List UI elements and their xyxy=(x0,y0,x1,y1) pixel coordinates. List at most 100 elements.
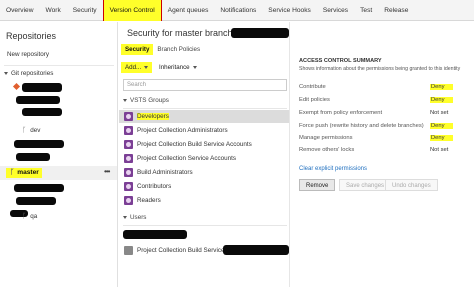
group-label: Developers xyxy=(137,113,169,120)
summary-subtitle: Shows information about the permissions … xyxy=(299,66,461,72)
permission-name: Exempt from policy enforcement xyxy=(299,110,383,116)
redacted-folder xyxy=(16,197,56,205)
permission-value[interactable]: Deny xyxy=(430,84,453,90)
redacted-repo-name xyxy=(231,28,289,38)
permission-name: Remove others' locks xyxy=(299,147,355,153)
add-button[interactable]: Add... xyxy=(121,62,153,73)
repo-item[interactable] xyxy=(12,82,21,91)
permission-value[interactable]: Deny xyxy=(430,123,453,129)
group-row-developers[interactable]: Developers xyxy=(119,110,289,123)
tab-security[interactable]: Security xyxy=(67,0,103,21)
inheritance-label: Inheritance xyxy=(159,64,190,71)
redacted-user xyxy=(223,245,289,255)
tab-notifications[interactable]: Notifications xyxy=(214,0,262,21)
permission-row[interactable]: Force push (rewrite history and delete b… xyxy=(299,123,469,133)
more-actions-icon[interactable]: ••• xyxy=(104,167,110,176)
vsts-groups-header[interactable]: VSTS Groups xyxy=(123,97,169,104)
chevron-down-icon xyxy=(144,66,149,69)
permission-name: Contribute xyxy=(299,84,326,90)
tab-branch-policies[interactable]: Branch Policies xyxy=(153,44,204,55)
group-icon xyxy=(124,112,133,121)
undo-changes-button[interactable]: Undo changes xyxy=(385,179,438,191)
permission-value[interactable]: Deny xyxy=(430,135,453,141)
tab-work[interactable]: Work xyxy=(39,0,66,21)
tab-release[interactable]: Release xyxy=(378,0,414,21)
redacted-user xyxy=(123,230,187,239)
remove-button[interactable]: Remove xyxy=(299,179,336,191)
group-label: Project Collection Service Accounts xyxy=(137,155,237,162)
permission-value[interactable]: Not set xyxy=(430,110,448,116)
permission-name: Edit policies xyxy=(299,97,330,103)
permission-row[interactable]: Manage permissions Deny xyxy=(299,135,469,145)
group-row[interactable]: Project Collection Build Service Account… xyxy=(119,138,289,151)
chevron-down-icon xyxy=(192,66,197,69)
git-repositories-header[interactable]: Git repositories xyxy=(4,70,53,77)
permission-name: Manage permissions xyxy=(299,135,353,141)
add-label: Add... xyxy=(125,64,142,71)
branch-item-master-label[interactable]: ᚴ master xyxy=(10,168,39,176)
top-nav: Overview Work Security Version Control A… xyxy=(0,0,474,21)
access-control-summary: ACCESS CONTROL SUMMARY Shows information… xyxy=(291,22,474,287)
inheritance-dropdown[interactable]: Inheritance xyxy=(159,64,197,71)
security-panel: Security for master branch in Security B… xyxy=(119,22,290,287)
permission-row[interactable]: Remove others' locks Not set xyxy=(299,147,469,157)
branch-item-dev[interactable]: ᚴ dev xyxy=(22,126,40,134)
group-label: Project Collection Build Service Account… xyxy=(137,141,252,148)
branch-label: dev xyxy=(30,126,41,134)
permission-value[interactable]: Not set xyxy=(430,147,448,153)
divider xyxy=(123,108,287,109)
branch-label: master xyxy=(17,168,39,176)
search-input[interactable]: Search xyxy=(123,79,287,91)
group-icon xyxy=(124,168,133,177)
repositories-title: Repositories xyxy=(6,31,57,41)
user-label: Project Collection Build Service xyxy=(137,247,225,254)
chevron-down-icon xyxy=(4,72,8,75)
group-row[interactable]: Project Collection Service Accounts xyxy=(119,152,289,165)
group-label: Build Administrators xyxy=(137,169,193,176)
branch-icon: ᚴ xyxy=(22,126,27,134)
tab-version-control[interactable]: Version Control xyxy=(102,0,162,21)
tab-overview[interactable]: Overview xyxy=(0,0,39,21)
group-row[interactable]: Build Administrators xyxy=(119,166,289,179)
redacted-folder xyxy=(22,108,62,116)
branch-icon: ᚴ xyxy=(10,168,15,176)
permission-name: Force push (rewrite history and delete b… xyxy=(299,123,424,129)
group-label: Project Collection Administrators xyxy=(137,127,228,134)
chevron-down-icon xyxy=(123,216,127,219)
permission-row[interactable]: Contribute Deny xyxy=(299,84,469,94)
group-label: Contributors xyxy=(137,183,172,190)
group-row[interactable]: Contributors xyxy=(119,180,289,193)
branch-item-qa[interactable]: ᚴ qa xyxy=(22,212,37,220)
permission-value[interactable]: Deny xyxy=(430,97,453,103)
redacted-folder xyxy=(16,153,50,161)
group-row[interactable]: Project Collection Administrators xyxy=(119,124,289,137)
redacted-repo-name xyxy=(22,83,62,92)
tab-agent-queues[interactable]: Agent queues xyxy=(162,0,215,21)
permission-row[interactable]: Exempt from policy enforcement Not set xyxy=(299,110,469,120)
redacted-folder xyxy=(14,140,64,148)
group-icon xyxy=(124,126,133,135)
group-icon xyxy=(124,140,133,149)
tab-services[interactable]: Services xyxy=(317,0,354,21)
group-label: Readers xyxy=(137,197,161,204)
security-subtabs: Security Branch Policies xyxy=(121,44,204,55)
group-icon xyxy=(124,182,133,191)
tab-test[interactable]: Test xyxy=(354,0,378,21)
new-repository-link[interactable]: New repository xyxy=(7,51,49,58)
group-icon xyxy=(124,154,133,163)
group-icon xyxy=(124,196,133,205)
save-changes-button[interactable]: Save changes xyxy=(339,179,392,191)
tab-security[interactable]: Security xyxy=(121,44,154,55)
clear-explicit-permissions-link[interactable]: Clear explicit permissions xyxy=(299,166,367,172)
users-header[interactable]: Users xyxy=(123,214,146,221)
git-repo-icon xyxy=(12,82,21,91)
divider xyxy=(4,65,114,66)
chevron-down-icon xyxy=(123,99,127,102)
git-repositories-label: Git repositories xyxy=(11,70,54,77)
divider xyxy=(123,225,287,226)
permission-row[interactable]: Edit policies Deny xyxy=(299,97,469,107)
redacted-folder xyxy=(14,184,64,192)
tab-service-hooks[interactable]: Service Hooks xyxy=(262,0,317,21)
group-row[interactable]: Readers xyxy=(119,194,289,207)
vsts-groups-label: VSTS Groups xyxy=(130,97,169,104)
